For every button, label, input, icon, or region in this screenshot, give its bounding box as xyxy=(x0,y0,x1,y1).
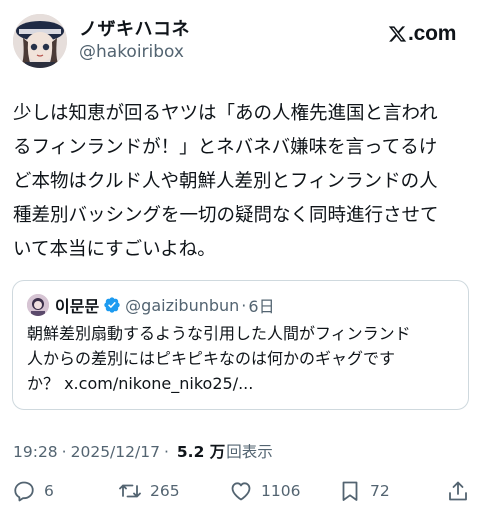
tweet-date[interactable]: 2025/12/17 xyxy=(71,443,160,461)
x-brand: .com xyxy=(388,22,456,46)
bookmark-button[interactable]: 72 xyxy=(338,477,390,505)
view-count: 5.2 万 xyxy=(176,443,226,461)
view-count-label: 回表示 xyxy=(226,443,273,461)
reply-count: 6 xyxy=(44,482,54,500)
quoted-line: 人からの差別にはピキピキなのは何かのギャグです xyxy=(27,349,396,368)
like-count: 1106 xyxy=(261,482,301,500)
tweet-line: るフィンランドが！」とネバネバ嫌味を言ってるけ xyxy=(13,137,438,158)
share-button[interactable] xyxy=(446,477,478,505)
heart-icon xyxy=(231,482,251,501)
author-display-name[interactable]: ノザキハコネ xyxy=(79,15,190,41)
tweet-line: ど本物はクルド人や朝鮮人差別とフィンランドの人 xyxy=(13,171,438,192)
quoted-tweet-card[interactable]: 이문문 @gaizibunbun · 6日 朝鮮差別扇動するような引用した人間が… xyxy=(12,280,469,410)
author-handle[interactable]: @hakoiribox xyxy=(79,42,184,62)
quoted-separator: · xyxy=(241,295,247,315)
bookmark-count: 72 xyxy=(370,482,390,500)
meta-separator: · xyxy=(61,443,67,461)
repost-button[interactable]: 265 xyxy=(118,477,180,505)
quoted-line[interactable]: か？ x.com/nikone_niko25/... xyxy=(27,371,457,396)
reply-icon xyxy=(14,481,34,502)
like-button[interactable]: 1106 xyxy=(229,477,300,505)
quoted-tweet-header: 이문문 @gaizibunbun · 6日 xyxy=(27,293,275,317)
reply-button[interactable]: 6 xyxy=(12,477,54,505)
tweet-line: 少しは知恵が回るヤツは「あの人権先進国と言われ xyxy=(13,103,438,124)
avatar-illustration xyxy=(13,14,67,68)
author-avatar[interactable] xyxy=(13,14,67,68)
quoted-avatar-illustration xyxy=(27,294,49,316)
quoted-timestamp[interactable]: 6日 xyxy=(248,293,274,317)
share-icon xyxy=(449,481,467,501)
quoted-line: 朝鮮差別扇動するような引用した人間がフィンランド xyxy=(27,324,411,343)
repost-icon xyxy=(119,484,141,498)
quoted-tweet-text: 朝鮮差別扇動するような引用した人間がフィンランド 人からの差別にはピキピキなのは… xyxy=(27,321,457,396)
quoted-author-name[interactable]: 이문문 xyxy=(55,293,99,317)
x-logo-icon xyxy=(388,26,407,42)
quoted-author-avatar[interactable] xyxy=(27,294,49,316)
tweet-meta: 19:28 · 2025/12/17 · 5.2 万 回表示 xyxy=(13,440,273,462)
quoted-author-handle[interactable]: @gaizibunbun xyxy=(125,296,239,315)
tweet-header: ノザキハコネ @hakoiribox .com xyxy=(0,0,480,80)
brand-domain-text: .com xyxy=(408,22,457,45)
tweet-time[interactable]: 19:28 xyxy=(13,443,58,461)
tweet-text: 少しは知恵が回るヤツは「あの人権先進国と言われ るフィンランドが！」とネバネバ嫌… xyxy=(13,97,471,267)
meta-separator: · xyxy=(163,443,169,461)
verified-badge-icon xyxy=(104,297,120,313)
tweet-line: いて本当にすごいよね。 xyxy=(13,239,216,260)
repost-count: 265 xyxy=(150,482,180,500)
tweet-line: 種差別バッシングを一切の疑問なく同時進行させて xyxy=(13,205,439,226)
bookmark-icon xyxy=(342,481,358,501)
